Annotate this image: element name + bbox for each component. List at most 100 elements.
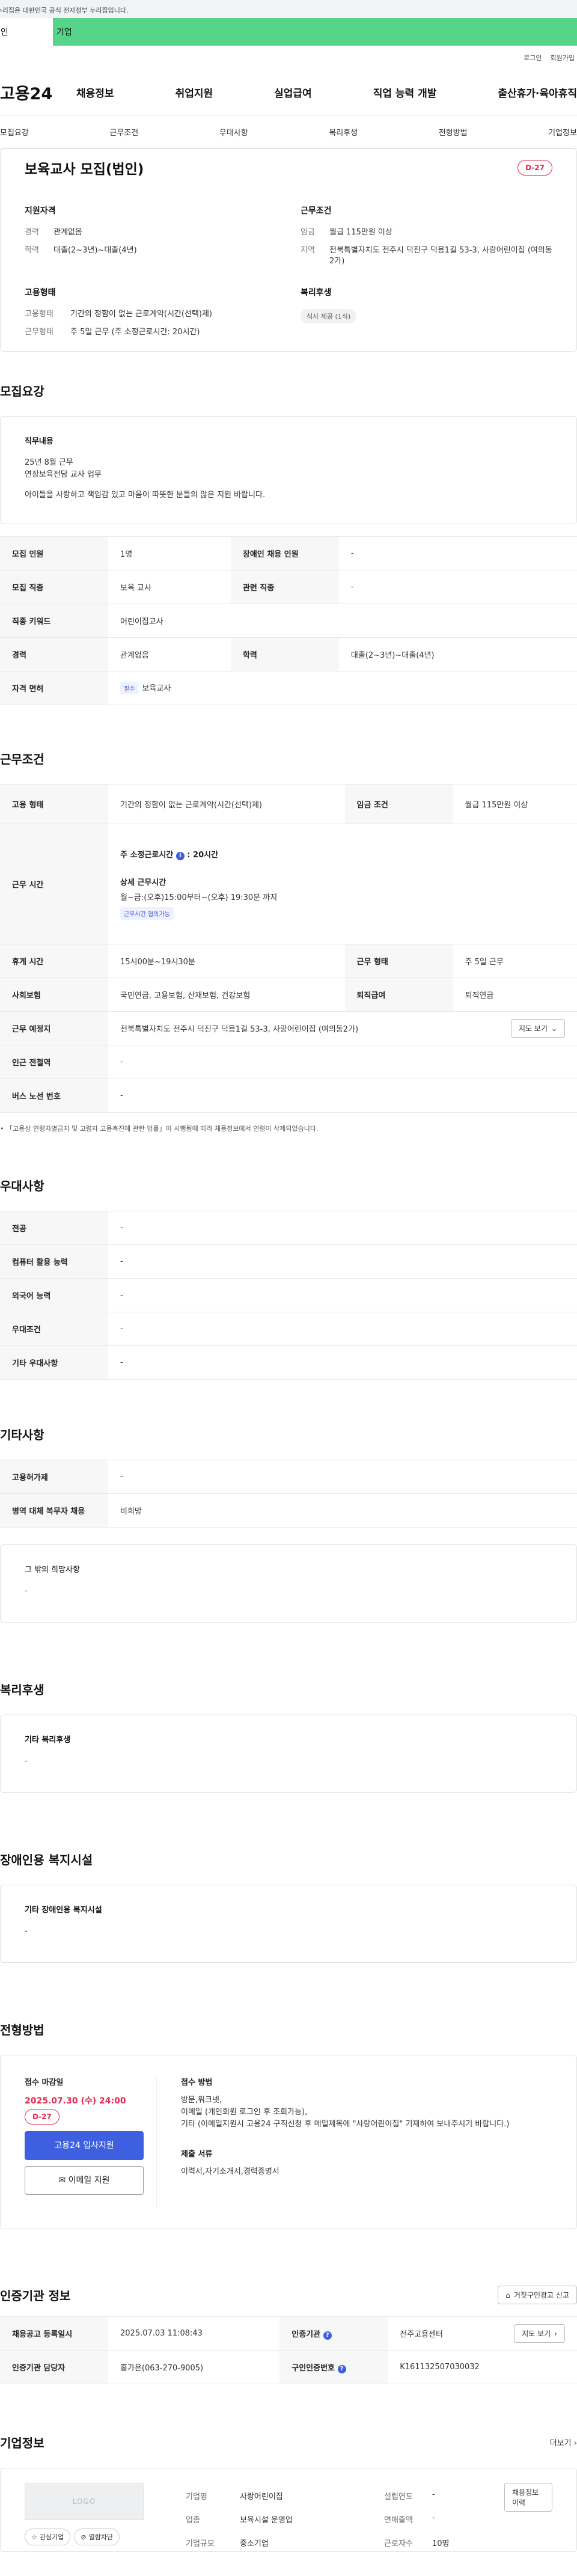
- table-row: 자격 면허 필수보육교사: [0, 672, 577, 705]
- email-apply-button[interactable]: ✉ 이메일 지원: [25, 2166, 144, 2195]
- row-key: 구인인증번호 ?: [279, 2351, 388, 2384]
- block-icon: ⊘: [81, 2533, 86, 2541]
- more-label: 더보기: [550, 2439, 572, 2448]
- table-row: 휴게 시간 15시00분~19시30분 근무 형태 주 5일 근무: [0, 944, 577, 978]
- tab-company-label: 기업: [44, 26, 72, 38]
- row-key: 직종 키워드: [0, 604, 108, 638]
- license-value: 보육교사: [142, 684, 171, 693]
- deadline-label: 접수 마감일: [25, 2076, 143, 2087]
- dday-badge: D-27: [25, 2109, 60, 2125]
- wish-label: 그 밖의 희망사항: [25, 1563, 552, 1574]
- pref-table: 전공- 컴퓨터 활용 능력- 외국어 능력- 우대조건- 기타 우대사항-: [0, 1211, 577, 1380]
- info-icon[interactable]: ?: [338, 2365, 346, 2373]
- row-key: 근무 시간: [0, 824, 108, 944]
- gnb-item-unemployment-benefit[interactable]: 실업급여: [274, 85, 312, 100]
- table-row: 인증기관 담당자 홍가은(063-270-9005) 구인인증번호 ? K161…: [0, 2351, 577, 2384]
- qual-label: 경력: [25, 227, 53, 238]
- subnav-recruit[interactable]: 모집요강: [0, 126, 29, 138]
- row-key: 근무 형태: [345, 944, 453, 978]
- subnav-work[interactable]: 근무조건: [109, 126, 138, 138]
- subnav-pref[interactable]: 우대사항: [219, 126, 248, 138]
- subnav-company[interactable]: 기업정보: [548, 126, 577, 138]
- row-value: 기간의 정함이 없는 근로계약(시간(선택)제): [108, 785, 345, 824]
- table-row: 병역 대체 복무자 채용비희망: [0, 1494, 577, 1528]
- table-row: 우대조건-: [0, 1312, 577, 1346]
- row-value: 1명: [108, 537, 231, 571]
- email-apply-label: 이메일 지원: [69, 2176, 110, 2185]
- company-key: 설립연도: [384, 2490, 432, 2501]
- gnb-item-employment-support[interactable]: 취업지원: [176, 85, 213, 100]
- qual-value: 관계없음: [53, 227, 82, 238]
- etc-table: 고용허가제- 병역 대체 복무자 채용비희망: [0, 1460, 577, 1528]
- company-value: 10명: [432, 2537, 504, 2548]
- report-fake-ad-button[interactable]: ⌂거짓구인광고 신고: [498, 2286, 577, 2304]
- benefit-section-title: 복리후생: [0, 1680, 577, 1698]
- welfare-chip: 식사 제공 (1식): [301, 309, 356, 323]
- login-link[interactable]: 로그인: [524, 53, 542, 63]
- disabled-facility-label: 기타 장애인용 복지시설: [25, 1903, 552, 1915]
- job-history-button[interactable]: 채용정보 이력: [504, 2483, 552, 2512]
- row-key: 휴게 시간: [0, 944, 108, 978]
- row-key: 인증기관 ?: [279, 2317, 388, 2351]
- info-icon[interactable]: i: [176, 852, 185, 860]
- org-label: 인증기관: [292, 2330, 320, 2339]
- hours-negotiable-tag: 근무시간 협의가능: [120, 907, 174, 920]
- row-value: -: [339, 537, 577, 571]
- row-key: 기타 우대사항: [0, 1346, 108, 1380]
- subnav-benefit[interactable]: 복리후생: [329, 126, 358, 138]
- row-key: 우대조건: [0, 1312, 108, 1346]
- apply-right: 접수 방법 방문,워크넷, 이메일 (개인회원 로그인 후 조회가능), 기타 …: [157, 2076, 552, 2208]
- row-value: -: [108, 1460, 577, 1494]
- table-row: 경력 관계없음 학력 대졸(2~3년)~대졸(4년): [0, 638, 577, 672]
- row-value: 관계없음: [108, 638, 231, 672]
- row-value: 월급 115만원 이상: [453, 785, 577, 824]
- cond-label: 임금: [301, 227, 329, 238]
- emp-value: 기간의 정함이 없는 근로계약(시간(선택)제): [70, 309, 212, 320]
- info-icon[interactable]: ?: [323, 2331, 332, 2340]
- table-row: 모집 인원 1명 장애인 채용 인원 -: [0, 537, 577, 571]
- qualification-title: 지원자격: [25, 204, 276, 216]
- recruit-table: 모집 인원 1명 장애인 채용 인원 - 모집 직종 보육 교사 관련 직종 -…: [0, 536, 577, 705]
- more-link[interactable]: 더보기 ›: [550, 2437, 577, 2448]
- join-link[interactable]: 회원가입: [551, 53, 575, 63]
- place-cell: 전북특별자치도 전주시 덕진구 덕용1길 53-3, 사랑어린이집 (여의동2가…: [108, 1012, 577, 1045]
- block-label: 열람차단: [89, 2532, 113, 2542]
- row-value: 비희망: [108, 1494, 577, 1528]
- chevron-right-icon: ›: [554, 2330, 557, 2338]
- row-key: 학력: [231, 638, 339, 672]
- row-value: 15시00분~19시30분: [108, 944, 345, 978]
- company-logo: LOGO: [25, 2483, 144, 2520]
- cond-label: 지역: [301, 245, 329, 267]
- row-value: 대졸(2~3년)~대졸(4년): [339, 638, 577, 672]
- docs-value: 이력서,자기소개서,경력증명서: [181, 2166, 552, 2178]
- duty-line: 25년 8월 근무: [25, 457, 552, 469]
- favorite-company-button[interactable]: ☆관심기업: [25, 2529, 70, 2545]
- cond-value: 전북특별자치도 전주시 덕진구 덕용1길 53-3, 사랑어린이집 (여의동2가…: [329, 245, 552, 267]
- map-button[interactable]: 지도 보기⌄: [511, 1019, 565, 1038]
- row-key: 채용공고 등록일시: [0, 2317, 108, 2351]
- method-line: 이메일 (개인회원 로그인 후 조회가능),: [181, 2106, 552, 2119]
- disabled-facility-value: -: [25, 1926, 552, 1938]
- block-view-button[interactable]: ⊘열람차단: [74, 2529, 120, 2545]
- subnav-screening[interactable]: 전형방법: [439, 126, 468, 138]
- row-key: 퇴직급여: [345, 978, 453, 1012]
- row-key: 장애인 채용 인원: [231, 537, 339, 571]
- global-nav: 고용24 채용정보 취업지원 실업급여 직업 능력 개발 출산휴가·육아휴직: [0, 70, 577, 115]
- row-key: 임금 조건: [345, 785, 453, 824]
- company-section: 기업정보 더보기 › LOGO ☆관심기업⊘열람차단 기업명사랑어린이집 설립연…: [0, 2434, 577, 2552]
- apply-button[interactable]: 고용24 입사지원: [25, 2131, 144, 2160]
- site-logo[interactable]: 고용24: [0, 81, 76, 104]
- tab-company[interactable]: 기업: [53, 18, 577, 46]
- favorite-label: 관심기업: [40, 2532, 64, 2542]
- hours-detail-value: 월~금:(오후)15:00부터~(오후) 19:30분 까지: [120, 891, 565, 902]
- gnb-item-skills[interactable]: 직업 능력 개발: [373, 85, 437, 100]
- agency-map-button[interactable]: 지도 보기›: [514, 2324, 565, 2343]
- disabled-facility-title: 장애인용 복지시설: [0, 1850, 577, 1868]
- duty-label: 직무내용: [25, 435, 552, 446]
- hours-detail-cell: 주 소정근로시간 i : 20시간 상세 근무시간 월~금:(오후)15:00부…: [108, 824, 577, 944]
- benefit-value: -: [25, 1755, 552, 1767]
- gnb-item-jobs[interactable]: 채용정보: [76, 85, 114, 100]
- row-value: -: [339, 571, 577, 604]
- company-key: 업종: [186, 2513, 240, 2525]
- gnb-item-leave[interactable]: 출산휴가·육아휴직: [498, 85, 577, 100]
